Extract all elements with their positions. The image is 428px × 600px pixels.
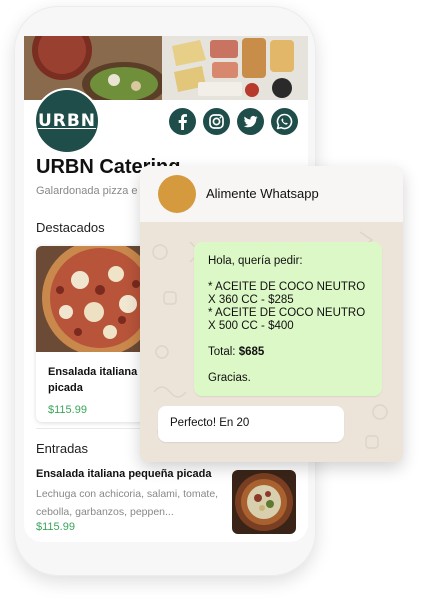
logo-text: URBN bbox=[37, 111, 97, 131]
message-line: X 360 CC - $285 bbox=[208, 294, 294, 306]
contact-avatar bbox=[158, 175, 196, 213]
menu-item-name[interactable]: Ensalada italiana pequeña picada bbox=[36, 468, 211, 480]
message-line: * ACEITE DE COCO NEUTRO bbox=[208, 307, 366, 319]
menu-item-price: $115.99 bbox=[36, 521, 75, 533]
featured-card-price: $115.99 bbox=[48, 404, 87, 416]
outgoing-message: Hola, quería pedir: * ACEITE DE COCO NEU… bbox=[194, 242, 382, 396]
whatsapp-chat-card: Alimente Whatsapp Hola, quería pedir: * … bbox=[140, 166, 403, 462]
message-line: X 500 CC - $400 bbox=[208, 320, 294, 332]
twitter-icon[interactable] bbox=[237, 108, 264, 135]
total-value: $685 bbox=[238, 346, 265, 358]
instagram-icon[interactable] bbox=[203, 108, 230, 135]
message-total: Total: $685 bbox=[208, 346, 264, 358]
contact-name: Alimente Whatsapp bbox=[206, 186, 319, 201]
message-line: * ACEITE DE COCO NEUTRO bbox=[208, 281, 366, 293]
chat-header: Alimente Whatsapp bbox=[140, 166, 403, 223]
whatsapp-icon[interactable] bbox=[271, 108, 298, 135]
featured-heading: Destacados bbox=[36, 220, 105, 235]
social-links bbox=[169, 108, 298, 135]
menu-item-description: Lechuga con achicoria, salami, tomate, c… bbox=[36, 488, 219, 518]
incoming-message: Perfecto! En 20 bbox=[158, 406, 344, 442]
message-greeting: Hola, quería pedir: bbox=[208, 255, 303, 267]
starters-heading: Entradas bbox=[36, 441, 89, 456]
salad-image[interactable] bbox=[232, 470, 296, 534]
incoming-text: Perfecto! En 20 bbox=[170, 417, 250, 429]
store-logo: URBN bbox=[34, 88, 100, 154]
total-label: Total: bbox=[208, 346, 236, 358]
message-closing: Gracias. bbox=[208, 372, 251, 384]
store-tagline: Galardonada pizza e bbox=[36, 185, 138, 197]
facebook-icon[interactable] bbox=[169, 108, 196, 135]
